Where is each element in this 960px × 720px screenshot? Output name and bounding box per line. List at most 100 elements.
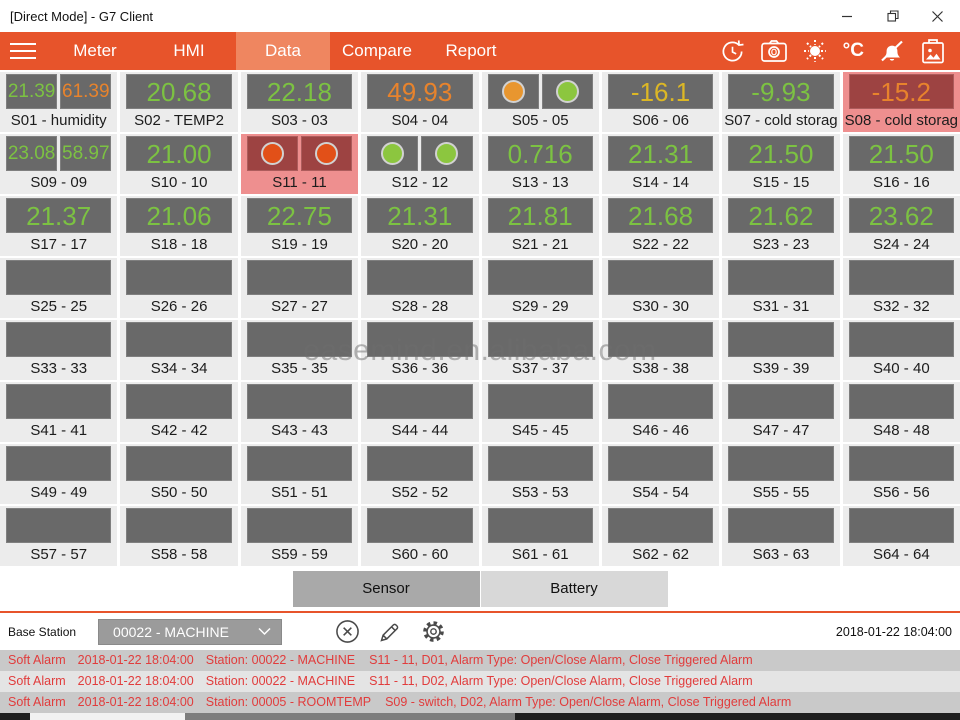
- sensor-tile[interactable]: 21.06S18 - 18: [120, 196, 237, 256]
- sensor-tile[interactable]: S57 - 57: [0, 506, 117, 566]
- sensor-tile[interactable]: S25 - 25: [0, 258, 117, 318]
- sensor-tile[interactable]: S59 - 59: [241, 506, 358, 566]
- sensor-tile[interactable]: 20.68S02 - TEMP2: [120, 72, 237, 132]
- sensor-tile[interactable]: S26 - 26: [120, 258, 237, 318]
- sensor-tile[interactable]: S55 - 55: [722, 444, 839, 504]
- sensor-tile[interactable]: 23.62S24 - 24: [843, 196, 960, 256]
- sensor-tile[interactable]: 21.3961.39S01 - humidity: [0, 72, 117, 132]
- sensor-tile[interactable]: S56 - 56: [843, 444, 960, 504]
- sensor-tile[interactable]: S47 - 47: [722, 382, 839, 442]
- sensor-tile[interactable]: S43 - 43: [241, 382, 358, 442]
- sensor-tile[interactable]: S62 - 62: [602, 506, 719, 566]
- sensor-tile[interactable]: S36 - 36: [361, 320, 478, 380]
- sensor-tile[interactable]: S53 - 53: [482, 444, 599, 504]
- cancel-circle-icon[interactable]: [334, 619, 360, 645]
- sensor-tile[interactable]: S05 - 05: [482, 72, 599, 132]
- sensor-tile[interactable]: S35 - 35: [241, 320, 358, 380]
- sensor-tile[interactable]: S63 - 63: [722, 506, 839, 566]
- sensor-tile[interactable]: 21.00S10 - 10: [120, 134, 237, 194]
- tab-compare[interactable]: Compare: [330, 32, 424, 70]
- brightness-icon[interactable]: [802, 38, 828, 64]
- sensor-tile[interactable]: 21.50S16 - 16: [843, 134, 960, 194]
- sensor-tile[interactable]: S31 - 31: [722, 258, 839, 318]
- history-sync-icon[interactable]: [720, 38, 746, 64]
- tab-meter[interactable]: Meter: [48, 32, 142, 70]
- empty-cell: [849, 322, 954, 357]
- sensor-tile[interactable]: S64 - 64: [843, 506, 960, 566]
- sensor-tile[interactable]: -9.93S07 - cold storag: [722, 72, 839, 132]
- sensor-tile[interactable]: S27 - 27: [241, 258, 358, 318]
- sensor-tile[interactable]: S41 - 41: [0, 382, 117, 442]
- sensor-tile[interactable]: S29 - 29: [482, 258, 599, 318]
- sensor-tile[interactable]: 22.75S19 - 19: [241, 196, 358, 256]
- minimize-button[interactable]: [825, 0, 870, 32]
- tile-value-boxes: 22.75: [247, 198, 352, 233]
- sensor-tile-label: S07 - cold storag: [722, 109, 839, 132]
- edit-pencil-icon[interactable]: [377, 619, 403, 645]
- sensor-tile[interactable]: 21.62S23 - 23: [722, 196, 839, 256]
- tile-value-boxes: 21.68: [608, 198, 713, 233]
- camera-icon[interactable]: [761, 38, 787, 64]
- sensor-tile[interactable]: 23.0858.97S09 - 09: [0, 134, 117, 194]
- sensor-tile[interactable]: S32 - 32: [843, 258, 960, 318]
- battery-tab-button[interactable]: Battery: [481, 571, 668, 607]
- sensor-tile[interactable]: S45 - 45: [482, 382, 599, 442]
- sensor-tile[interactable]: S34 - 34: [120, 320, 237, 380]
- alarm-log-row[interactable]: Soft Alarm2018-01-22 18:04:00Station: 00…: [0, 671, 960, 692]
- tile-value-boxes: [367, 322, 472, 357]
- sensor-tile[interactable]: S30 - 30: [602, 258, 719, 318]
- sensor-tile[interactable]: -16.1S06 - 06: [602, 72, 719, 132]
- sensor-tile[interactable]: S51 - 51: [241, 444, 358, 504]
- sensor-tile[interactable]: S46 - 46: [602, 382, 719, 442]
- sensor-tile[interactable]: 49.93S04 - 04: [361, 72, 478, 132]
- sensor-tile[interactable]: 21.50S15 - 15: [722, 134, 839, 194]
- sensor-tile-label: S63 - 63: [722, 543, 839, 566]
- sensor-tile[interactable]: S60 - 60: [361, 506, 478, 566]
- base-station-dropdown[interactable]: 00022 - MACHINE: [98, 619, 282, 645]
- value-cell: 21.62: [728, 198, 833, 233]
- sensor-tile[interactable]: S40 - 40: [843, 320, 960, 380]
- restore-button[interactable]: [870, 0, 915, 32]
- sensor-tile[interactable]: S33 - 33: [0, 320, 117, 380]
- sensor-tile[interactable]: -15.2S08 - cold storag: [843, 72, 960, 132]
- sensor-tile[interactable]: S48 - 48: [843, 382, 960, 442]
- celsius-icon[interactable]: °C: [843, 38, 864, 64]
- sensor-tile[interactable]: 22.18S03 - 03: [241, 72, 358, 132]
- sensor-tile[interactable]: S28 - 28: [361, 258, 478, 318]
- sensor-tile[interactable]: 21.31S14 - 14: [602, 134, 719, 194]
- sensor-tile-label: S24 - 24: [843, 233, 960, 256]
- tab-data[interactable]: Data: [236, 32, 330, 70]
- sensor-tile[interactable]: S12 - 12: [361, 134, 478, 194]
- sensor-tile[interactable]: S11 - 11: [241, 134, 358, 194]
- sensor-tile[interactable]: S39 - 39: [722, 320, 839, 380]
- sensor-tile[interactable]: S58 - 58: [120, 506, 237, 566]
- sensor-tile[interactable]: S38 - 38: [602, 320, 719, 380]
- sensor-tile[interactable]: S42 - 42: [120, 382, 237, 442]
- close-button[interactable]: [915, 0, 960, 32]
- alarm-log-row[interactable]: Soft Alarm2018-01-22 18:04:00Station: 00…: [0, 692, 960, 713]
- sensor-value: 61.39: [62, 82, 110, 101]
- sensor-tile[interactable]: S44 - 44: [361, 382, 478, 442]
- sensor-tile[interactable]: 0.716S13 - 13: [482, 134, 599, 194]
- sensor-tile[interactable]: 21.81S21 - 21: [482, 196, 599, 256]
- sensor-tile[interactable]: 21.37S17 - 17: [0, 196, 117, 256]
- sensor-tab-button[interactable]: Sensor: [293, 571, 480, 607]
- alarm-log-row[interactable]: Soft Alarm2018-01-22 18:04:00Station: 00…: [0, 650, 960, 671]
- settings-gear-icon[interactable]: [420, 619, 446, 645]
- sensor-tile[interactable]: S49 - 49: [0, 444, 117, 504]
- alarm-time: 2018-01-22 18:04:00: [78, 695, 194, 709]
- sensor-tile[interactable]: S52 - 52: [361, 444, 478, 504]
- sensor-tile[interactable]: 21.31S20 - 20: [361, 196, 478, 256]
- tab-hmi[interactable]: HMI: [142, 32, 236, 70]
- sensor-tile[interactable]: S37 - 37: [482, 320, 599, 380]
- sensor-tile[interactable]: S50 - 50: [120, 444, 237, 504]
- tab-report[interactable]: Report: [424, 32, 518, 70]
- image-box-icon[interactable]: [920, 38, 946, 64]
- sensor-tile[interactable]: S54 - 54: [602, 444, 719, 504]
- sensor-tile[interactable]: S61 - 61: [482, 506, 599, 566]
- alarm-mute-icon[interactable]: [879, 38, 905, 64]
- sensor-tile[interactable]: 21.68S22 - 22: [602, 196, 719, 256]
- menu-button[interactable]: [0, 32, 48, 70]
- status-dot-cell: [488, 74, 539, 109]
- value-cell: 21.50: [728, 136, 833, 171]
